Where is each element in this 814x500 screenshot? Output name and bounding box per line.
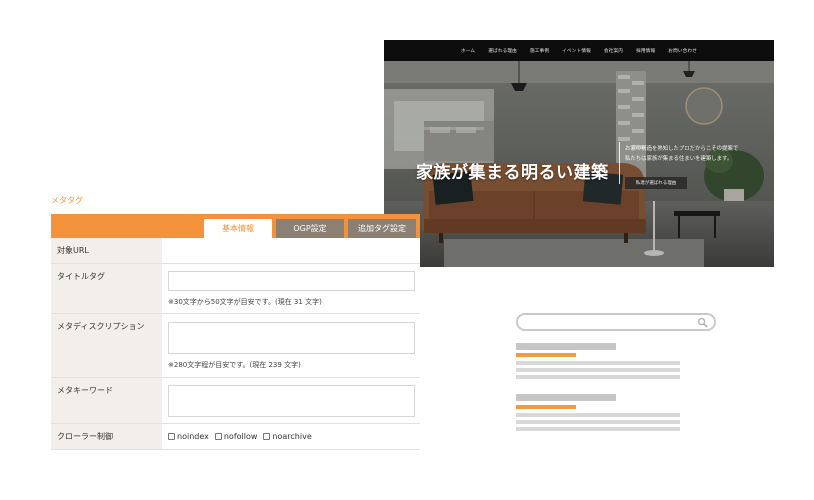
- hero-divider: [619, 142, 620, 184]
- meta-tab-bar: 基本情報 OGP設定 追加タグ設定: [51, 214, 420, 238]
- target-url-value: [162, 238, 420, 263]
- hero-copy-line: 私たちは家族が集まる住まいを建築します。: [625, 156, 733, 162]
- meta-description-label: メタディスクリプション: [51, 314, 162, 377]
- nav-item-events[interactable]: イベント情報: [562, 48, 591, 54]
- crawler-control-field: noindex nofollow noarchive: [162, 424, 420, 449]
- title-tag-input[interactable]: [168, 271, 415, 291]
- nofollow-option[interactable]: nofollow: [214, 432, 258, 441]
- result-title-placeholder[interactable]: [516, 394, 616, 401]
- nav-item-home[interactable]: ホーム: [461, 48, 475, 54]
- nav-item-company[interactable]: 会社案内: [604, 48, 623, 54]
- nav-item-contact[interactable]: お問い合わせ: [668, 48, 697, 54]
- target-url-label: 対象URL: [51, 238, 162, 263]
- title-tag-field: ※30文字から50文字が目安です。(現在 31 文字): [162, 264, 420, 313]
- crawler-control-label: クローラー制御: [51, 424, 162, 449]
- hero-title: 家族が集まる明るい建築: [416, 163, 609, 183]
- crawler-options: noindex nofollow noarchive: [168, 432, 312, 441]
- hero-copy-line: お家の構造を熟知したプロだからこその提案で: [625, 146, 739, 152]
- hero-reasons-button[interactable]: 私達が選ばれる理由: [625, 177, 687, 189]
- meta-keywords-label: メタキーワード: [51, 378, 162, 423]
- website-hero-preview: ホーム 選ばれる理由 施工事例 イベント情報 会社案内 採用情報 お問い合わせ: [384, 40, 774, 267]
- noindex-checkbox[interactable]: [168, 433, 175, 440]
- noarchive-checkbox[interactable]: [263, 433, 271, 440]
- magnifier-icon[interactable]: [697, 317, 708, 328]
- result-snippet-placeholder: [516, 368, 680, 372]
- meta-keywords-textarea[interactable]: [168, 385, 415, 417]
- noindex-label: noindex: [177, 432, 209, 441]
- tab-ogp-settings[interactable]: OGP設定: [276, 219, 344, 238]
- noindex-option[interactable]: noindex: [168, 432, 209, 441]
- nav-item-recruit[interactable]: 採用情報: [636, 48, 655, 54]
- result-snippet-placeholder: [516, 361, 680, 365]
- search-input[interactable]: [516, 313, 716, 331]
- row-meta-keywords: メタキーワード: [51, 378, 420, 424]
- result-snippet-placeholder: [516, 375, 680, 379]
- meta-description-hint: ※280文字程が目安です。(現在 239 文字): [168, 361, 301, 369]
- meta-tag-heading: メタタグ: [51, 196, 83, 205]
- row-target-url: 対象URL: [51, 238, 420, 264]
- result-title-placeholder[interactable]: [516, 343, 616, 350]
- result-snippet-placeholder: [516, 420, 680, 424]
- nofollow-checkbox[interactable]: [214, 433, 222, 440]
- row-crawler-control: クローラー制御 noindex nofollow noarchive: [51, 424, 420, 450]
- title-tag-hint: ※30文字から50文字が目安です。(現在 31 文字): [168, 298, 322, 306]
- noarchive-label: noarchive: [272, 432, 312, 441]
- result-url-placeholder: [516, 353, 576, 357]
- meta-description-field: ※280文字程が目安です。(現在 239 文字): [162, 314, 420, 377]
- row-title-tag: タイトルタグ ※30文字から50文字が目安です。(現在 31 文字): [51, 264, 420, 314]
- nav-item-works[interactable]: 施工事例: [530, 48, 549, 54]
- result-snippet-placeholder: [516, 413, 680, 417]
- noarchive-option[interactable]: noarchive: [263, 432, 312, 441]
- row-meta-description: メタディスクリプション ※280文字程が目安です。(現在 239 文字): [51, 314, 420, 378]
- hero-nav: ホーム 選ばれる理由 施工事例 イベント情報 会社案内 採用情報 お問い合わせ: [384, 40, 774, 61]
- result-url-placeholder: [516, 405, 576, 409]
- nofollow-label: nofollow: [223, 432, 258, 441]
- meta-tag-panel: 基本情報 OGP設定 追加タグ設定 対象URL タイトルタグ ※30文字から50…: [51, 214, 420, 450]
- nav-item-reasons[interactable]: 選ばれる理由: [488, 48, 517, 54]
- result-snippet-placeholder: [516, 427, 680, 431]
- tab-additional-tags[interactable]: 追加タグ設定: [348, 219, 416, 238]
- meta-keywords-field: [162, 378, 420, 423]
- hero-copy: お家の構造を熟知したプロだからこその提案で 私たちは家族が集まる住まいを建築しま…: [625, 144, 765, 164]
- tab-basic-info[interactable]: 基本情報: [204, 219, 272, 238]
- meta-description-textarea[interactable]: [168, 322, 415, 354]
- title-tag-label: タイトルタグ: [51, 264, 162, 313]
